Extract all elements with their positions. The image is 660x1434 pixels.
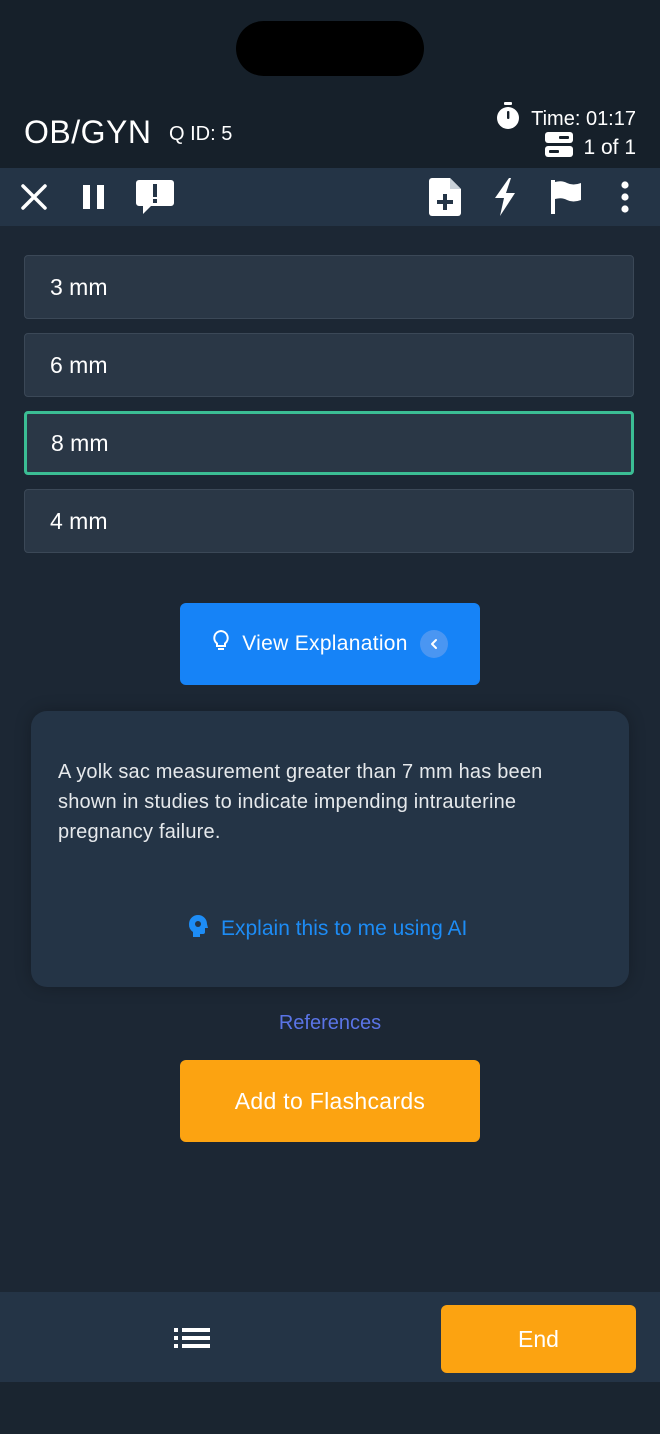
explain-with-ai-label: Explain this to me using AI [221, 917, 468, 940]
dynamic-island [236, 21, 424, 76]
stopwatch-icon [495, 102, 521, 136]
answer-option-d[interactable]: 4 mm [24, 489, 634, 553]
bottom-bar: End [0, 1292, 660, 1382]
toolbar [0, 168, 660, 226]
question-count: 1 of 1 [545, 132, 636, 164]
page-title: OB/GYN [24, 114, 152, 150]
lightbulb-icon [212, 629, 230, 659]
end-button[interactable]: End [441, 1305, 636, 1373]
more-vertical-icon[interactable] [606, 178, 644, 216]
references-link[interactable]: References [0, 1012, 660, 1035]
question-count-text: 1 of 1 [583, 136, 636, 159]
question-stack-icon [545, 132, 574, 164]
answer-label: 8 mm [51, 429, 109, 456]
explanation-card: A yolk sac measurement greater than 7 mm… [31, 711, 629, 987]
view-explanation-label: View Explanation [242, 632, 408, 655]
answer-option-a[interactable]: 3 mm [24, 255, 634, 319]
timer-text: Time: 01:17 [531, 107, 636, 130]
chevron-left-icon [419, 630, 448, 658]
question-id: Q ID: 5 [169, 123, 233, 145]
lightning-icon[interactable] [486, 178, 524, 216]
home-indicator-area [0, 1382, 660, 1434]
answer-option-b[interactable]: 6 mm [24, 333, 634, 397]
answer-label: 6 mm [50, 351, 108, 378]
ai-brain-icon [187, 914, 209, 944]
pause-icon[interactable] [75, 178, 113, 216]
explain-with-ai-link[interactable]: Explain this to me using AI [187, 914, 467, 944]
explanation-text: A yolk sac measurement greater than 7 mm… [58, 761, 543, 843]
list-icon[interactable] [172, 1318, 212, 1358]
status-area: OB/GYN Q ID: 5 Time: 01:17 1 of 1 [0, 0, 660, 168]
add-to-flashcards-button[interactable]: Add to Flashcards [180, 1060, 480, 1142]
answer-option-c-selected[interactable]: 8 mm [24, 411, 634, 475]
flag-icon[interactable] [547, 178, 585, 216]
answer-label: 3 mm [50, 273, 108, 300]
add-note-icon[interactable] [426, 178, 464, 216]
answer-label: 4 mm [50, 507, 108, 534]
report-icon[interactable] [134, 178, 176, 216]
timer: Time: 01:17 [495, 102, 636, 136]
view-explanation-button[interactable]: View Explanation [180, 603, 480, 685]
close-icon[interactable] [15, 178, 53, 216]
